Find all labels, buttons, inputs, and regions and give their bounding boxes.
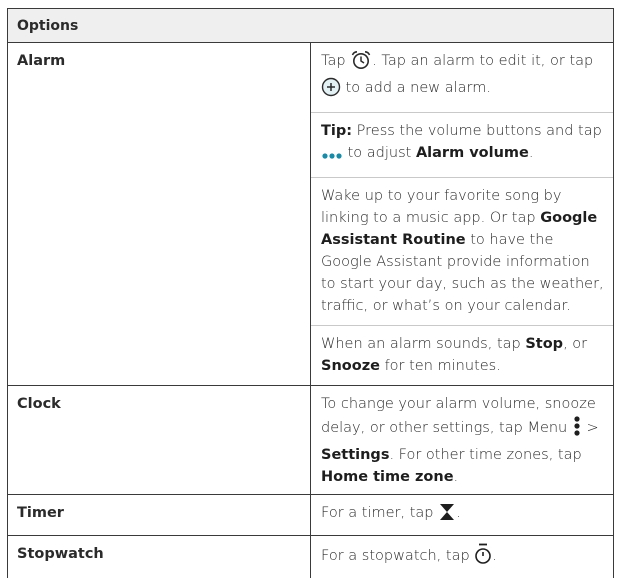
stopwatch-icon (474, 543, 492, 572)
table-header-row: Options (8, 9, 614, 43)
table-header: Options (8, 9, 614, 43)
alarm-paragraph-3: Wake up to your favorite song by linking… (311, 177, 613, 325)
row-label-clock: Clock (8, 386, 311, 495)
row-label-alarm: Alarm (8, 43, 311, 386)
plus-circle-icon (321, 77, 341, 104)
options-table: Options Alarm Tap . Tap an alarm to edit… (7, 8, 614, 578)
alarm-paragraph-4: When an alarm sounds, tap Stop, or Snooz… (311, 325, 613, 385)
row-desc-timer: For a timer, tap . (311, 495, 614, 536)
alarm-clock-icon (350, 50, 372, 77)
hourglass-icon (438, 502, 456, 529)
menu-vertical-dots-icon (572, 415, 582, 444)
table-row-clock: Clock To change your alarm volume, snooz… (8, 386, 614, 495)
row-desc-alarm: Tap . Tap an alarm to edit it, or tap to (311, 43, 614, 386)
alarm-paragraph-2: Tip: Press the volume buttons and tap to… (311, 112, 613, 177)
row-desc-stopwatch: For a stopwatch, tap . (311, 536, 614, 578)
alarm-paragraph-1: Tap . Tap an alarm to edit it, or tap to (311, 43, 613, 112)
row-label-stopwatch: Stopwatch (8, 536, 311, 578)
row-desc-clock: To change your alarm volume, snooze dela… (311, 386, 614, 495)
table-row-timer: Timer For a timer, tap . (8, 495, 614, 536)
row-label-timer: Timer (8, 495, 311, 536)
table-row-stopwatch: Stopwatch For a stopwatch, tap . (8, 536, 614, 578)
more-dots-icon (321, 147, 343, 169)
table-row-alarm: Alarm Tap . Tap an alarm to edit it, or … (8, 43, 614, 386)
